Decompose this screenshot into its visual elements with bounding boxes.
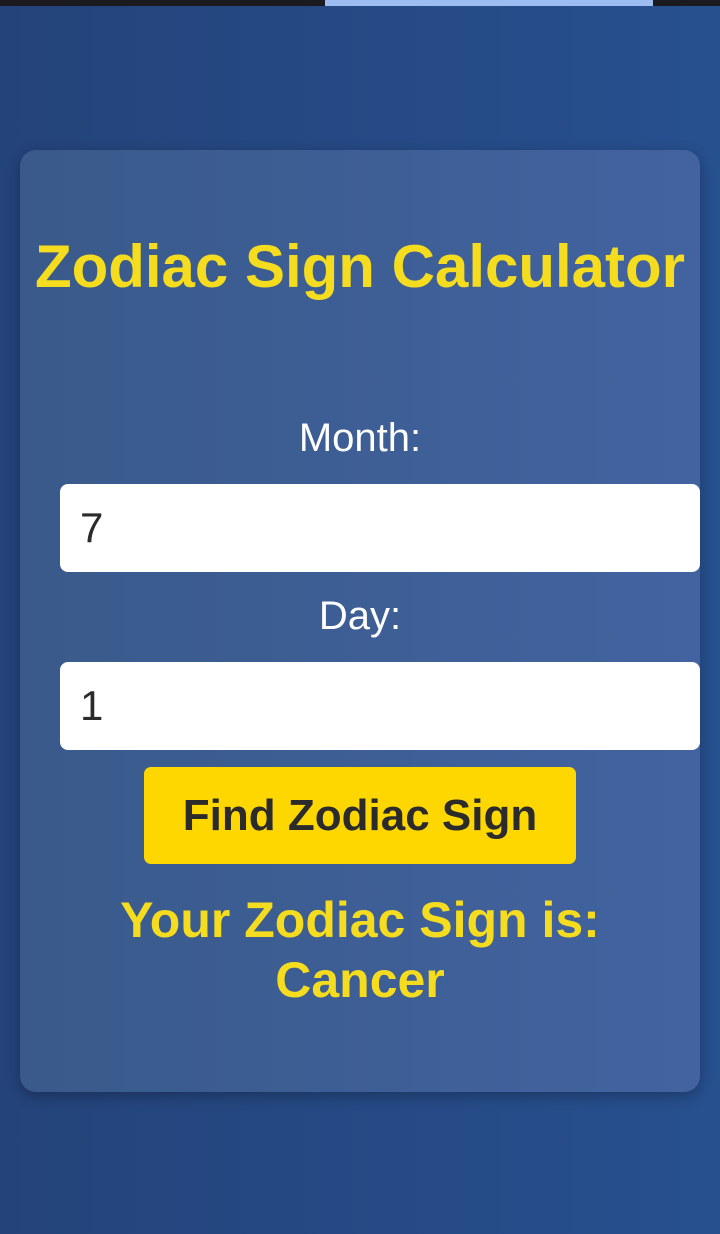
zodiac-result: Your Zodiac Sign is: Cancer [20, 890, 700, 1010]
page-title: Zodiac Sign Calculator [34, 233, 686, 300]
calculator-card: Zodiac Sign Calculator Month: Day: Find … [20, 150, 700, 1092]
day-label: Day: [318, 594, 402, 638]
result-prefix: Your Zodiac Sign is: [120, 892, 600, 948]
month-input[interactable] [60, 484, 700, 572]
day-input[interactable] [60, 662, 700, 750]
active-tab-indicator [325, 0, 653, 6]
result-sign: Cancer [275, 952, 445, 1008]
find-zodiac-sign-button[interactable]: Find Zodiac Sign [144, 767, 576, 864]
month-label: Month: [298, 416, 422, 460]
top-tab-bar [0, 0, 720, 6]
